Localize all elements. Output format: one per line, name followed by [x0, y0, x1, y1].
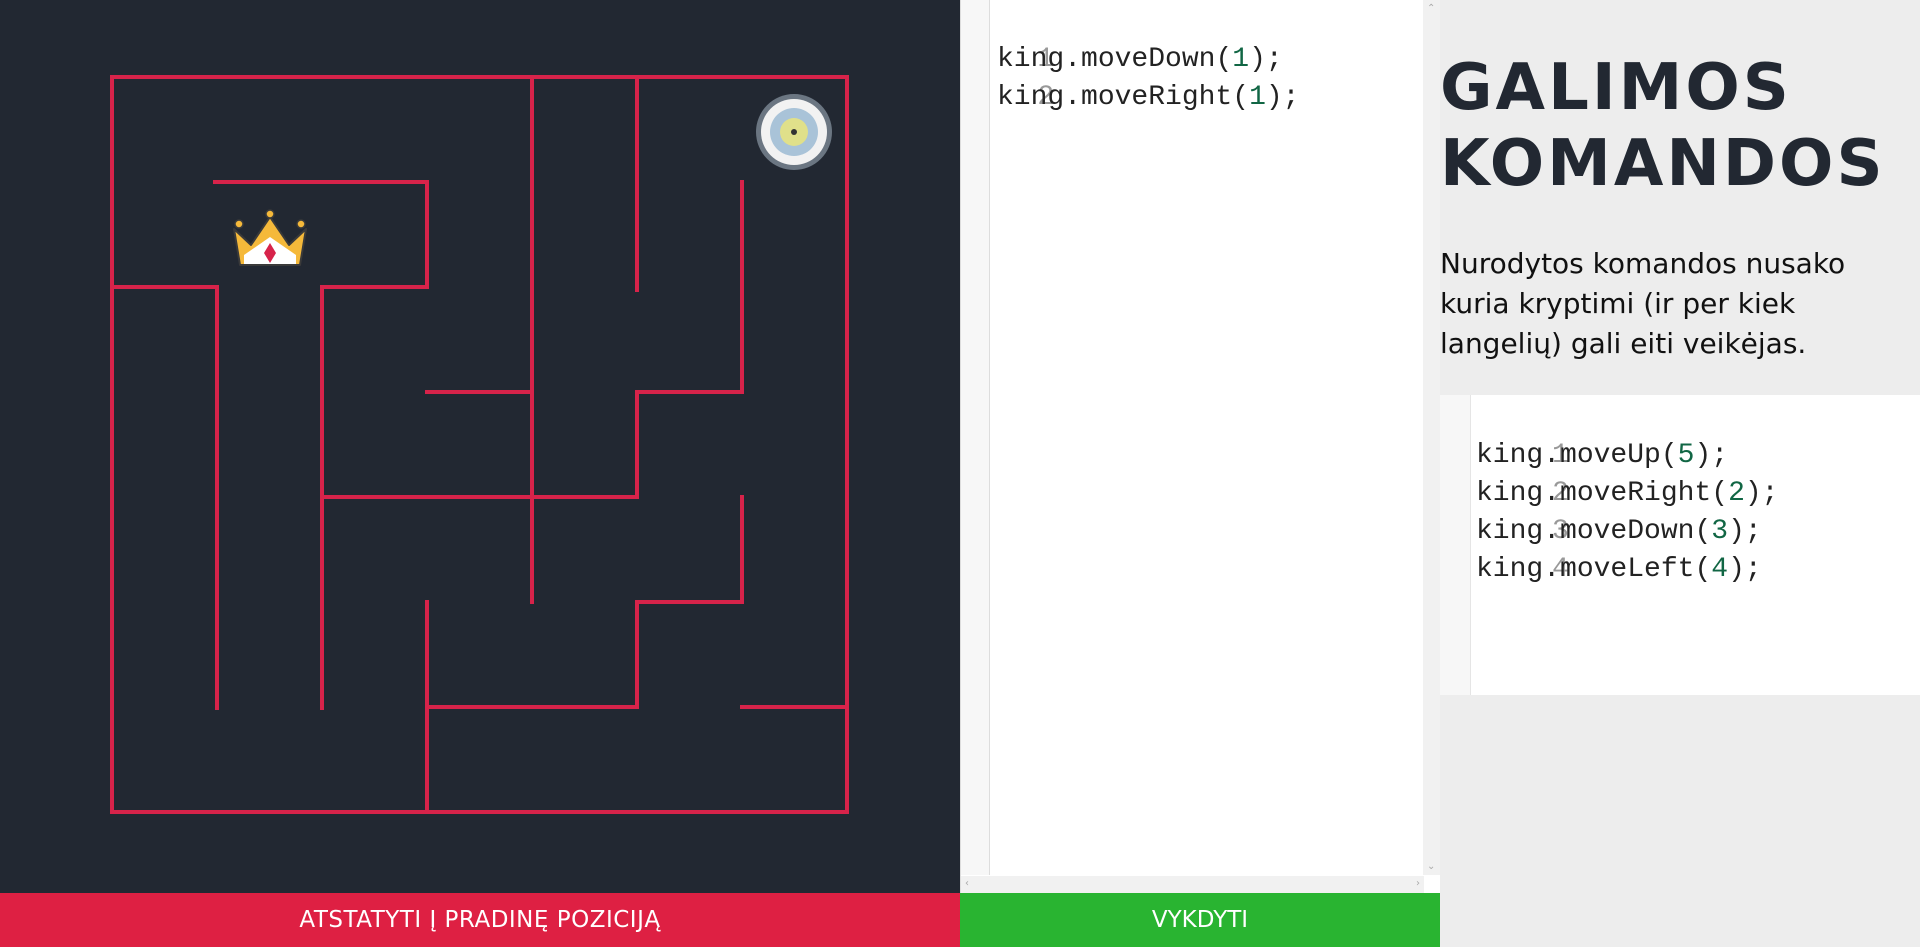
scroll-left-arrow-icon[interactable]: ‹ [965, 878, 969, 889]
code-function: king.moveLeft [1476, 554, 1695, 585]
example-line: 3 king.moveDown(3); [1440, 475, 1762, 547]
maze-panel [0, 0, 960, 893]
code-function: king.moveRight [997, 82, 1233, 113]
commands-title-line-1: GALIMOS [1440, 51, 1792, 125]
scroll-down-arrow-icon[interactable]: ⌄ [1427, 861, 1435, 872]
commands-title: GALIMOS KOMANDOS [1440, 50, 1886, 202]
maze-walls [110, 75, 849, 814]
commands-description: Nurodytos komandos nusako kuria kryptimi… [1440, 247, 1846, 360]
example-line: 1 king.moveUp(5); [1440, 399, 1728, 471]
code-argument: 4 [1711, 554, 1729, 585]
commands-panel: GALIMOS KOMANDOS Nurodytos komandos nusak… [1440, 0, 1920, 947]
maze-board [110, 75, 849, 814]
editor-horizontal-scrollbar[interactable]: ‹ › [961, 876, 1424, 893]
code-argument: 2 [1728, 478, 1745, 509]
example-code-block: 1 king.moveUp(5); 2 king.moveRight(2); 3 ki… [1440, 395, 1920, 695]
maze-outer-wall [110, 75, 849, 814]
code-argument: 5 [1677, 440, 1695, 471]
editor-vertical-scrollbar[interactable]: ⌃ ⌄ [1423, 0, 1440, 875]
code-editor[interactable]: 1 king.moveDown(1); 2 king.moveRight(1); ⌃… [960, 0, 1440, 893]
example-line: 2 king.moveRight(2); [1440, 437, 1778, 509]
run-button[interactable]: VYKDYTI [960, 893, 1440, 947]
code-line[interactable]: 1 king.moveDown(1); [961, 3, 1283, 75]
code-line[interactable]: 2 king.moveRight(1); [961, 41, 1299, 113]
maze-wall [425, 495, 744, 709]
reset-position-button[interactable]: ATSTATYTI Į PRADINĘ POZICIJĄ [0, 893, 960, 947]
code-argument: 1 [1232, 44, 1250, 75]
code-argument: 1 [1249, 82, 1266, 113]
crown-icon [233, 209, 307, 266]
scroll-right-arrow-icon[interactable]: › [1416, 878, 1420, 889]
commands-title-line-2: KOMANDOS [1440, 127, 1886, 201]
maze-wall [110, 285, 219, 710]
scroll-up-arrow-icon[interactable]: ⌃ [1427, 3, 1435, 14]
target-icon [756, 94, 832, 170]
example-line: 4 king.moveLeft(4); [1440, 513, 1762, 585]
code-argument: 3 [1711, 516, 1729, 547]
